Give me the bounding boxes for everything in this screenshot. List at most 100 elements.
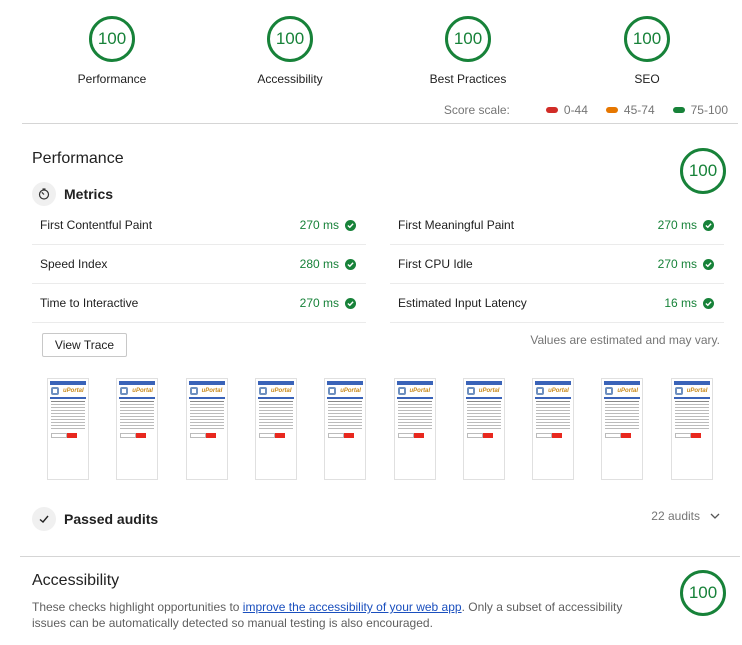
score-scale-label: Score scale: [443,103,510,117]
divider [20,556,740,557]
metric-label: First Meaningful Paint [398,218,515,232]
metric-value: 280 ms [299,257,339,271]
scale-range-label: 75-100 [690,103,728,117]
filmstrip-frame: uPortal [601,378,644,480]
summary-gauges: 100 Performance 100 Accessibility 100 Be… [0,16,742,90]
filmstrip-frame: uPortal [462,378,505,480]
frame-logo: uPortal [48,385,88,397]
red-pill-icon [545,107,558,113]
filmstrip-frame: uPortal [324,378,367,480]
metric-value: 270 ms [299,218,339,232]
frame-logo: uPortal [464,385,504,397]
frame-logo: uPortal [256,385,296,397]
passed-audits-label: Passed audits [64,511,159,527]
orange-pill-icon [605,107,618,113]
chevron-down-icon[interactable] [710,511,720,522]
performance-title: Performance [32,150,124,167]
estimated-note: Values are estimated and may vary. [530,333,720,347]
metric-label: Time to Interactive [40,296,139,310]
metric-label: Estimated Input Latency [398,296,527,310]
metric-label: Speed Index [40,257,108,271]
checkmark-icon [32,507,56,531]
frame-logo: uPortal [672,385,712,397]
logo-text: uPortal [686,388,708,394]
logo-text: uPortal [132,388,153,394]
gauge-seo[interactable]: 100 SEO [577,16,717,86]
score-gauge: 100 [445,16,491,62]
metric-value: 270 ms [657,257,697,271]
metric-first-cpu-idle: First CPU Idle 270 ms [390,245,724,284]
filmstrip-frame: uPortal [185,378,228,480]
metrics-header: Metrics [32,182,113,206]
metric-value: 270 ms [299,296,339,310]
scale-range-label: 0-44 [563,103,588,117]
metric-label: First CPU Idle [398,257,473,271]
gauge-best-practices[interactable]: 100 Best Practices [398,16,538,86]
metrics-right-column: First Meaningful Paint 270 ms First CPU … [390,206,724,323]
metric-first-contentful-paint: First Contentful Paint 270 ms [32,206,366,245]
logo-text: uPortal [270,388,292,394]
metrics-title: Metrics [64,186,114,202]
frame-logo: uPortal [117,385,157,397]
performance-score-gauge: 100 [680,148,726,194]
logo-icon [397,387,406,395]
passed-audits-count[interactable]: 22 audits [651,509,720,523]
metrics-left-column: First Contentful Paint 270 ms Speed Inde… [32,206,366,323]
score-gauge: 100 [624,16,670,62]
logo-text: uPortal [340,388,361,394]
pass-check-icon [703,297,714,309]
gauge-performance[interactable]: 100 Performance [42,16,182,86]
frame-logo: uPortal [602,385,642,397]
metric-value: 270 ms [657,218,697,232]
green-pill-icon [672,107,685,113]
logo-icon [605,387,614,395]
gauge-label: SEO [634,72,660,86]
metric-time-to-interactive: Time to Interactive 270 ms [32,284,366,323]
filmstrip-frame: uPortal [670,378,713,480]
view-trace-button[interactable]: View Trace [42,333,127,357]
scale-fail: 0-44 [545,103,588,117]
score-gauge: 100 [267,16,313,62]
stopwatch-icon [32,182,56,206]
audits-count-text: 22 audits [651,509,700,523]
gauge-accessibility[interactable]: 100 Accessibility [220,16,360,86]
logo-text: uPortal [548,388,569,394]
improve-accessibility-link[interactable]: improve the accessibility of your web ap… [243,600,462,614]
logo-text: uPortal [409,388,431,394]
frame-logo: uPortal [533,385,573,397]
scale-average: 45-74 [605,103,655,117]
metric-speed-index: Speed Index 280 ms [32,245,366,284]
metric-label: First Contentful Paint [40,218,153,232]
gauge-label: Best Practices [429,72,507,86]
logo-icon [328,387,337,395]
passed-audits-toggle[interactable]: Passed audits [32,507,158,531]
pass-check-icon [345,297,356,309]
logo-text: uPortal [201,388,223,394]
logo-icon [674,387,683,395]
accessibility-description: These checks highlight opportunities to … [32,599,632,631]
pass-check-icon [703,219,714,231]
frame-logo: uPortal [187,385,227,397]
filmstrip-frame: uPortal [254,378,297,480]
metric-value: 16 ms [664,296,697,310]
score-gauge: 100 [89,16,135,62]
scale-pass: 75-100 [672,103,728,117]
filmstrip-frame: uPortal [47,378,89,480]
metric-estimated-input-latency: Estimated Input Latency 16 ms [390,284,724,323]
logo-icon [189,387,198,395]
logo-icon [466,387,475,395]
filmstrip-frame: uPortal [393,378,436,480]
logo-icon [51,387,59,395]
divider [22,123,738,124]
metric-first-meaningful-paint: First Meaningful Paint 270 ms [390,206,724,245]
frame-logo: uPortal [325,385,365,397]
gauge-label: Performance [77,72,147,86]
logo-text: uPortal [63,388,84,394]
filmstrip-frame: uPortal [532,378,575,480]
filmstrip: uPortal uPortal uPortal uPortal uPortal uPort… [47,378,717,480]
logo-icon [258,387,267,395]
score-scale-legend: Score scale: 0-44 45-74 75-100 [444,103,728,117]
frame-logo: uPortal [395,385,435,397]
desc-text: These checks highlight opportunities to [32,600,243,614]
scale-range-label: 45-74 [623,103,655,117]
